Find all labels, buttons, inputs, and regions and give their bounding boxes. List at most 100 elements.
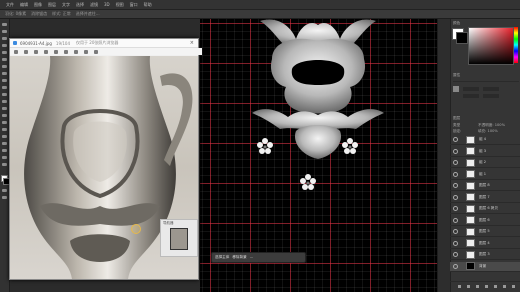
new-layer-icon[interactable] bbox=[503, 284, 506, 288]
zoom-out-icon[interactable] bbox=[24, 49, 28, 54]
layer-filter-label[interactable]: 类型 bbox=[453, 123, 460, 128]
menu-item-filter[interactable]: 滤镜 bbox=[90, 2, 98, 8]
remove-background-button[interactable]: 移除背景 bbox=[232, 255, 246, 260]
link-layers-icon[interactable] bbox=[458, 284, 461, 288]
y-field[interactable] bbox=[483, 94, 499, 98]
fit-icon[interactable] bbox=[44, 49, 48, 54]
shape-tool-icon[interactable] bbox=[2, 149, 7, 152]
layer-row[interactable]: 图层 8 bbox=[450, 181, 520, 191]
menu-item-edit[interactable]: 编辑 bbox=[20, 2, 28, 8]
visibility-eye-icon[interactable] bbox=[453, 252, 458, 257]
quick-mask-icon[interactable] bbox=[2, 189, 7, 192]
color-picker-field[interactable] bbox=[468, 27, 514, 65]
hand-tool-icon[interactable] bbox=[2, 156, 7, 159]
visibility-eye-icon[interactable] bbox=[453, 217, 458, 223]
background-swatch[interactable] bbox=[456, 32, 468, 44]
eraser-tool-icon[interactable] bbox=[2, 100, 7, 103]
visibility-eye-icon[interactable] bbox=[453, 229, 458, 234]
photo-viewer-window[interactable]: 6904931-A4.jpg 19/104 仅用于 20张照片浏览器 × 导航器 bbox=[9, 38, 202, 280]
antialias-option[interactable]: 消除锯齿 bbox=[31, 11, 47, 17]
menu-item-window[interactable]: 窗口 bbox=[130, 2, 138, 8]
frame-tool-icon[interactable] bbox=[2, 58, 7, 61]
layers-panel-title[interactable]: 图层 bbox=[453, 116, 460, 121]
x-field[interactable] bbox=[463, 94, 479, 98]
adjustment-layer-icon[interactable] bbox=[485, 284, 488, 288]
type-tool-icon[interactable] bbox=[2, 135, 7, 138]
crop-icon[interactable] bbox=[54, 49, 58, 54]
menu-item-image[interactable]: 图像 bbox=[34, 2, 42, 8]
visibility-eye-icon[interactable] bbox=[453, 263, 458, 269]
zoom-in-icon[interactable] bbox=[14, 49, 18, 54]
layer-row[interactable]: 图层 7 bbox=[450, 193, 520, 203]
navigator-viewport[interactable] bbox=[170, 228, 188, 250]
visibility-eye-icon[interactable] bbox=[453, 206, 458, 211]
hue-slider[interactable] bbox=[514, 27, 518, 63]
more-icon[interactable] bbox=[94, 49, 98, 54]
photo-viewer-titlebar[interactable]: 6904931-A4.jpg 19/104 仅用于 20张照片浏览器 × bbox=[10, 39, 198, 48]
add-mask-icon[interactable] bbox=[476, 284, 479, 288]
rotate-icon[interactable] bbox=[34, 49, 38, 54]
screen-mode-icon[interactable] bbox=[2, 196, 7, 199]
layer-row[interactable]: 组 1 bbox=[450, 170, 520, 180]
menu-item-type[interactable]: 文字 bbox=[62, 2, 70, 8]
layer-row[interactable]: 图层 3 bbox=[450, 250, 520, 260]
layer-name: 图层 3 bbox=[479, 252, 490, 256]
feather-option[interactable]: 羽化: 0像素 bbox=[5, 11, 26, 17]
select-mask-button[interactable]: 选择并遮住... bbox=[76, 11, 100, 17]
healing-brush-tool-icon[interactable] bbox=[2, 72, 7, 75]
visibility-eye-icon[interactable] bbox=[453, 240, 458, 246]
layer-row[interactable]: 图层 4 bbox=[450, 239, 520, 249]
layer-row[interactable]: 图层 6 bbox=[450, 216, 520, 226]
menu-item-help[interactable]: 帮助 bbox=[144, 2, 152, 8]
menu-item-layer[interactable]: 图层 bbox=[48, 2, 56, 8]
visibility-eye-icon[interactable] bbox=[453, 171, 458, 177]
layer-row[interactable]: 组 4 bbox=[450, 135, 520, 145]
print-icon[interactable] bbox=[74, 49, 78, 54]
gradient-tool-icon[interactable] bbox=[2, 107, 7, 110]
menu-item-select[interactable]: 选择 bbox=[76, 2, 84, 8]
eyedropper-tool-icon[interactable] bbox=[2, 65, 7, 68]
menu-item-file[interactable]: 文件 bbox=[6, 2, 14, 8]
close-icon[interactable]: × bbox=[190, 40, 194, 46]
layer-row[interactable]: 图层 6 拷贝 bbox=[450, 204, 520, 214]
visibility-eye-icon[interactable] bbox=[453, 160, 458, 165]
height-field[interactable] bbox=[483, 87, 499, 91]
menu-item-view[interactable]: 视图 bbox=[116, 2, 124, 8]
layer-row[interactable]: 图层 5 bbox=[450, 227, 520, 237]
share-icon[interactable] bbox=[64, 49, 68, 54]
fill-label[interactable]: 填充: 100% bbox=[478, 129, 498, 134]
delete-icon[interactable] bbox=[84, 49, 88, 54]
more-options-button[interactable]: ⋯ bbox=[250, 256, 254, 260]
zoom-tool-icon[interactable] bbox=[2, 163, 7, 166]
menu-item-3d[interactable]: 3D bbox=[104, 2, 110, 7]
layer-row[interactable]: 背景 bbox=[450, 261, 520, 272]
navigator-thumbnail[interactable]: 导航器 bbox=[160, 219, 198, 257]
visibility-eye-icon[interactable] bbox=[453, 137, 458, 142]
dodge-tool-icon[interactable] bbox=[2, 121, 7, 124]
style-option[interactable]: 样式: 正常 bbox=[52, 11, 71, 17]
select-subject-button[interactable]: 选择主体 bbox=[215, 255, 229, 260]
brush-tool-icon[interactable] bbox=[2, 79, 7, 82]
delete-layer-icon[interactable] bbox=[512, 284, 515, 288]
layer-row[interactable]: 组 2 bbox=[450, 158, 520, 168]
new-group-icon[interactable] bbox=[494, 284, 497, 288]
clone-stamp-tool-icon[interactable] bbox=[2, 86, 7, 89]
blur-tool-icon[interactable] bbox=[2, 114, 7, 117]
move-tool-icon[interactable] bbox=[2, 23, 7, 26]
path-select-tool-icon[interactable] bbox=[2, 142, 7, 145]
width-field[interactable] bbox=[463, 87, 479, 91]
visibility-eye-icon[interactable] bbox=[453, 183, 458, 188]
history-brush-tool-icon[interactable] bbox=[2, 93, 7, 96]
opacity-label[interactable]: 不透明度: 100% bbox=[478, 123, 505, 128]
color-panel-title[interactable]: 颜色 bbox=[453, 21, 460, 26]
pen-tool-icon[interactable] bbox=[2, 128, 7, 131]
quick-select-tool-icon[interactable] bbox=[2, 44, 7, 47]
marquee-tool-icon[interactable] bbox=[2, 30, 7, 33]
properties-panel-title[interactable]: 属性 bbox=[453, 73, 460, 78]
crop-tool-icon[interactable] bbox=[2, 51, 7, 54]
lasso-tool-icon[interactable] bbox=[2, 37, 7, 40]
visibility-eye-icon[interactable] bbox=[453, 194, 458, 200]
layer-row[interactable]: 组 3 bbox=[450, 147, 520, 157]
visibility-eye-icon[interactable] bbox=[453, 148, 458, 154]
layer-style-icon[interactable] bbox=[467, 284, 470, 288]
